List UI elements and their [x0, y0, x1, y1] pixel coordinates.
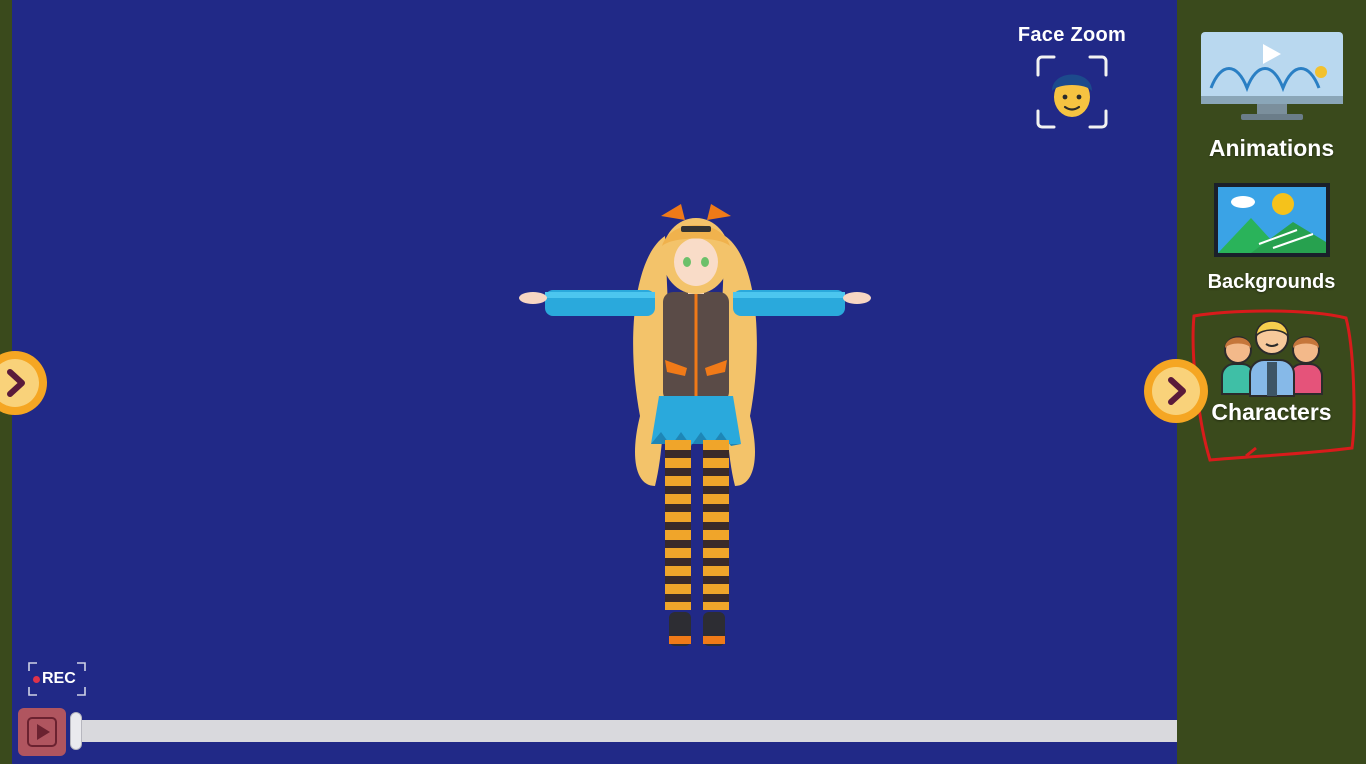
- backgrounds-icon: [1213, 183, 1330, 257]
- characters-icon: [1220, 320, 1323, 397]
- record-label: REC: [42, 670, 76, 687]
- play-button[interactable]: [18, 708, 66, 756]
- face-zoom-icon: [1036, 55, 1108, 129]
- character-model[interactable]: [505, 196, 885, 652]
- chevron-right-icon: [1144, 359, 1208, 423]
- striped-legs: [665, 440, 729, 610]
- sidebar-item-animations[interactable]: Animations: [1177, 30, 1366, 162]
- sidebar-item-label: Backgrounds: [1207, 271, 1336, 293]
- next-arrow-button[interactable]: [1143, 358, 1209, 424]
- timeline-scrubber[interactable]: [70, 712, 82, 750]
- sidebar-item-backgrounds[interactable]: Backgrounds: [1177, 182, 1366, 294]
- chevron-right-icon: [0, 351, 47, 415]
- face-zoom-label: Face Zoom: [1017, 24, 1127, 46]
- previous-arrow-button[interactable]: [0, 350, 48, 416]
- play-icon: [27, 717, 57, 747]
- record-dot-icon: [33, 676, 40, 683]
- timeline-track[interactable]: [70, 720, 1177, 742]
- animations-icon: [1200, 32, 1343, 120]
- viewport-stage[interactable]: Face Zoom REC: [12, 0, 1177, 764]
- record-button[interactable]: REC: [28, 662, 86, 696]
- face-zoom-button[interactable]: Face Zoom: [1002, 24, 1142, 144]
- sidebar-item-label: Animations: [1208, 135, 1335, 161]
